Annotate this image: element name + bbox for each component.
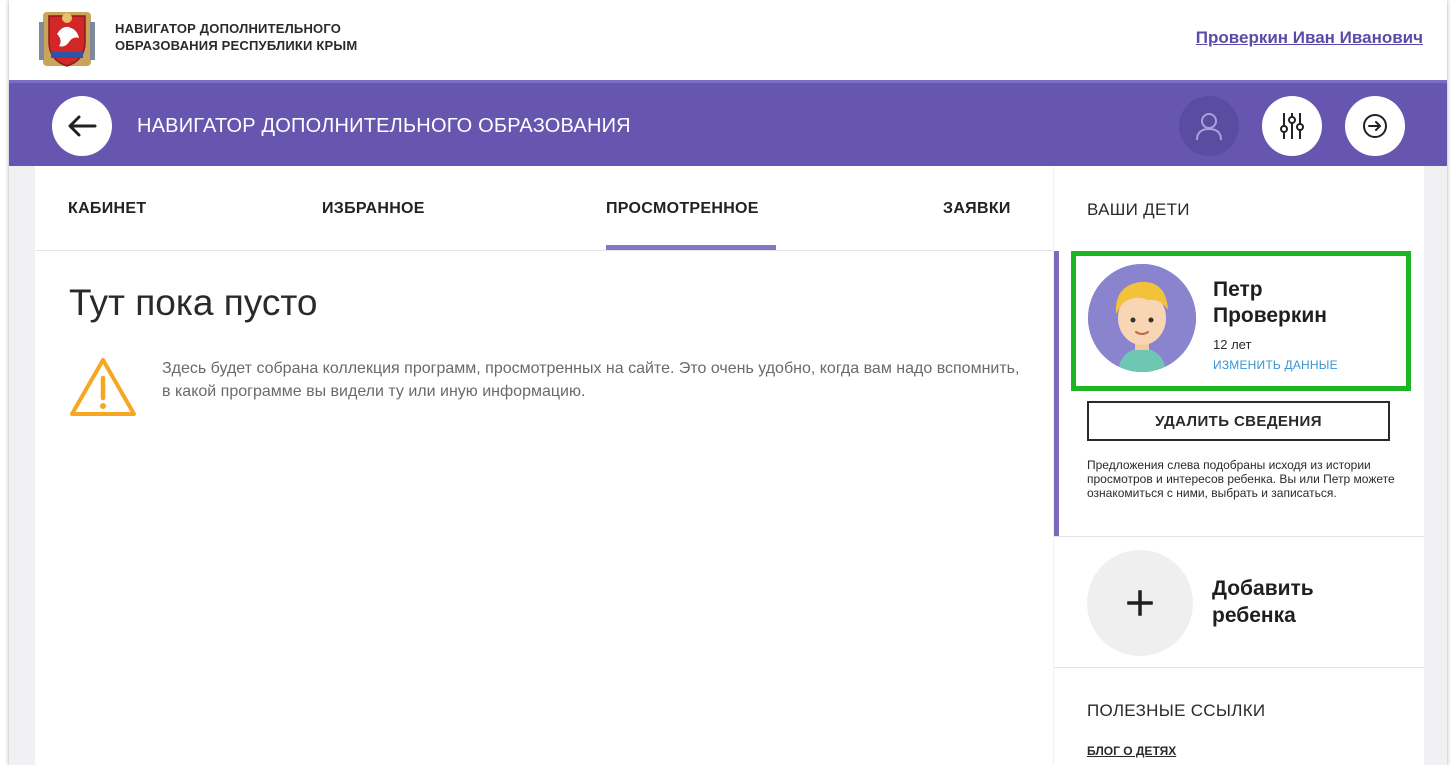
children-sidebar: ВАШИ ДЕТИ Петр Проверкин 12 лет ИЗМЕНИТЬ… <box>1054 166 1424 765</box>
site-title-line1: НАВИГАТОР ДОПОЛНИТЕЛЬНОГО <box>115 21 342 36</box>
filter-button[interactable] <box>1262 96 1322 156</box>
app-frame: НАВИГАТОР ДОПОЛНИТЕЛЬНОГО ОБРАЗОВАНИЯ РЕ… <box>9 0 1447 765</box>
empty-state-text: Здесь будет собрана коллекция программ, … <box>162 360 1020 400</box>
page-header: НАВИГАТОР ДОПОЛНИТЕЛЬНОГО ОБРАЗОВАНИЯ <box>9 80 1447 166</box>
child-avatar[interactable] <box>1088 264 1196 372</box>
tab-applications[interactable]: ЗАЯВКИ <box>943 200 1011 218</box>
children-heading: ВАШИ ДЕТИ <box>1087 200 1190 219</box>
child-note: Предложения слева подобраны исходя из ис… <box>1087 458 1395 500</box>
child-card: Петр Проверкин 12 лет ИЗМЕНИТЬ ДАННЫЕ УД… <box>1054 251 1424 536</box>
tab-bar: КАБИНЕТ ИЗБРАННОЕ ПРОСМОТРЕННОЕ ЗАЯВКИ <box>35 166 1053 251</box>
child-first-name: Петр <box>1213 278 1263 301</box>
tab-cabinet[interactable]: КАБИНЕТ <box>68 200 146 218</box>
profile-button[interactable] <box>1179 96 1239 156</box>
add-child-block: Добавить ребенка <box>1054 536 1424 668</box>
blog-link[interactable]: БЛОГ О ДЕТЯХ <box>1087 744 1176 758</box>
child-last-name: Проверкин <box>1213 304 1327 327</box>
user-icon <box>1196 113 1222 141</box>
exit-button[interactable] <box>1345 96 1405 156</box>
child-age: 12 лет <box>1213 337 1252 352</box>
site-title: НАВИГАТОР ДОПОЛНИТЕЛЬНОГО ОБРАЗОВАНИЯ РЕ… <box>115 20 435 54</box>
plus-icon <box>1127 590 1153 616</box>
add-child-line1: Добавить <box>1212 577 1314 600</box>
site-bar: НАВИГАТОР ДОПОЛНИТЕЛЬНОГО ОБРАЗОВАНИЯ РЕ… <box>9 0 1447 80</box>
empty-state-title: Тут пока пусто <box>69 282 318 323</box>
add-child-label[interactable]: Добавить ребенка <box>1212 575 1382 629</box>
active-tab-indicator <box>606 245 776 250</box>
boy-avatar-icon <box>1088 264 1196 372</box>
site-title-line2: ОБРАЗОВАНИЯ РЕСПУБЛИКИ КРЫМ <box>115 38 358 53</box>
sliders-icon <box>1280 113 1304 139</box>
arrow-left-icon <box>68 115 97 137</box>
main-panel: КАБИНЕТ ИЗБРАННОЕ ПРОСМОТРЕННОЕ ЗАЯВКИ Т… <box>35 166 1053 765</box>
user-name-link[interactable]: Проверкин Иван Иванович <box>1196 28 1423 48</box>
exit-arrow-icon <box>1363 114 1387 138</box>
useful-links-heading: ПОЛЕЗНЫЕ ССЫЛКИ <box>1087 701 1266 720</box>
delete-info-button[interactable]: УДАЛИТЬ СВЕДЕНИЯ <box>1087 401 1390 441</box>
back-button[interactable] <box>52 96 112 156</box>
tab-favorites[interactable]: ИЗБРАННОЕ <box>322 200 425 218</box>
child-name: Петр Проверкин <box>1213 277 1373 329</box>
edit-child-link[interactable]: ИЗМЕНИТЬ ДАННЫЕ <box>1213 358 1338 372</box>
add-child-line2: ребенка <box>1212 604 1296 627</box>
tab-viewed[interactable]: ПРОСМОТРЕННОЕ <box>606 200 759 218</box>
add-child-button[interactable] <box>1087 550 1193 656</box>
crest-logo-icon[interactable] <box>37 6 97 72</box>
warning-icon <box>70 358 136 416</box>
header-title: НАВИГАТОР ДОПОЛНИТЕЛЬНОГО ОБРАЗОВАНИЯ <box>137 115 631 137</box>
